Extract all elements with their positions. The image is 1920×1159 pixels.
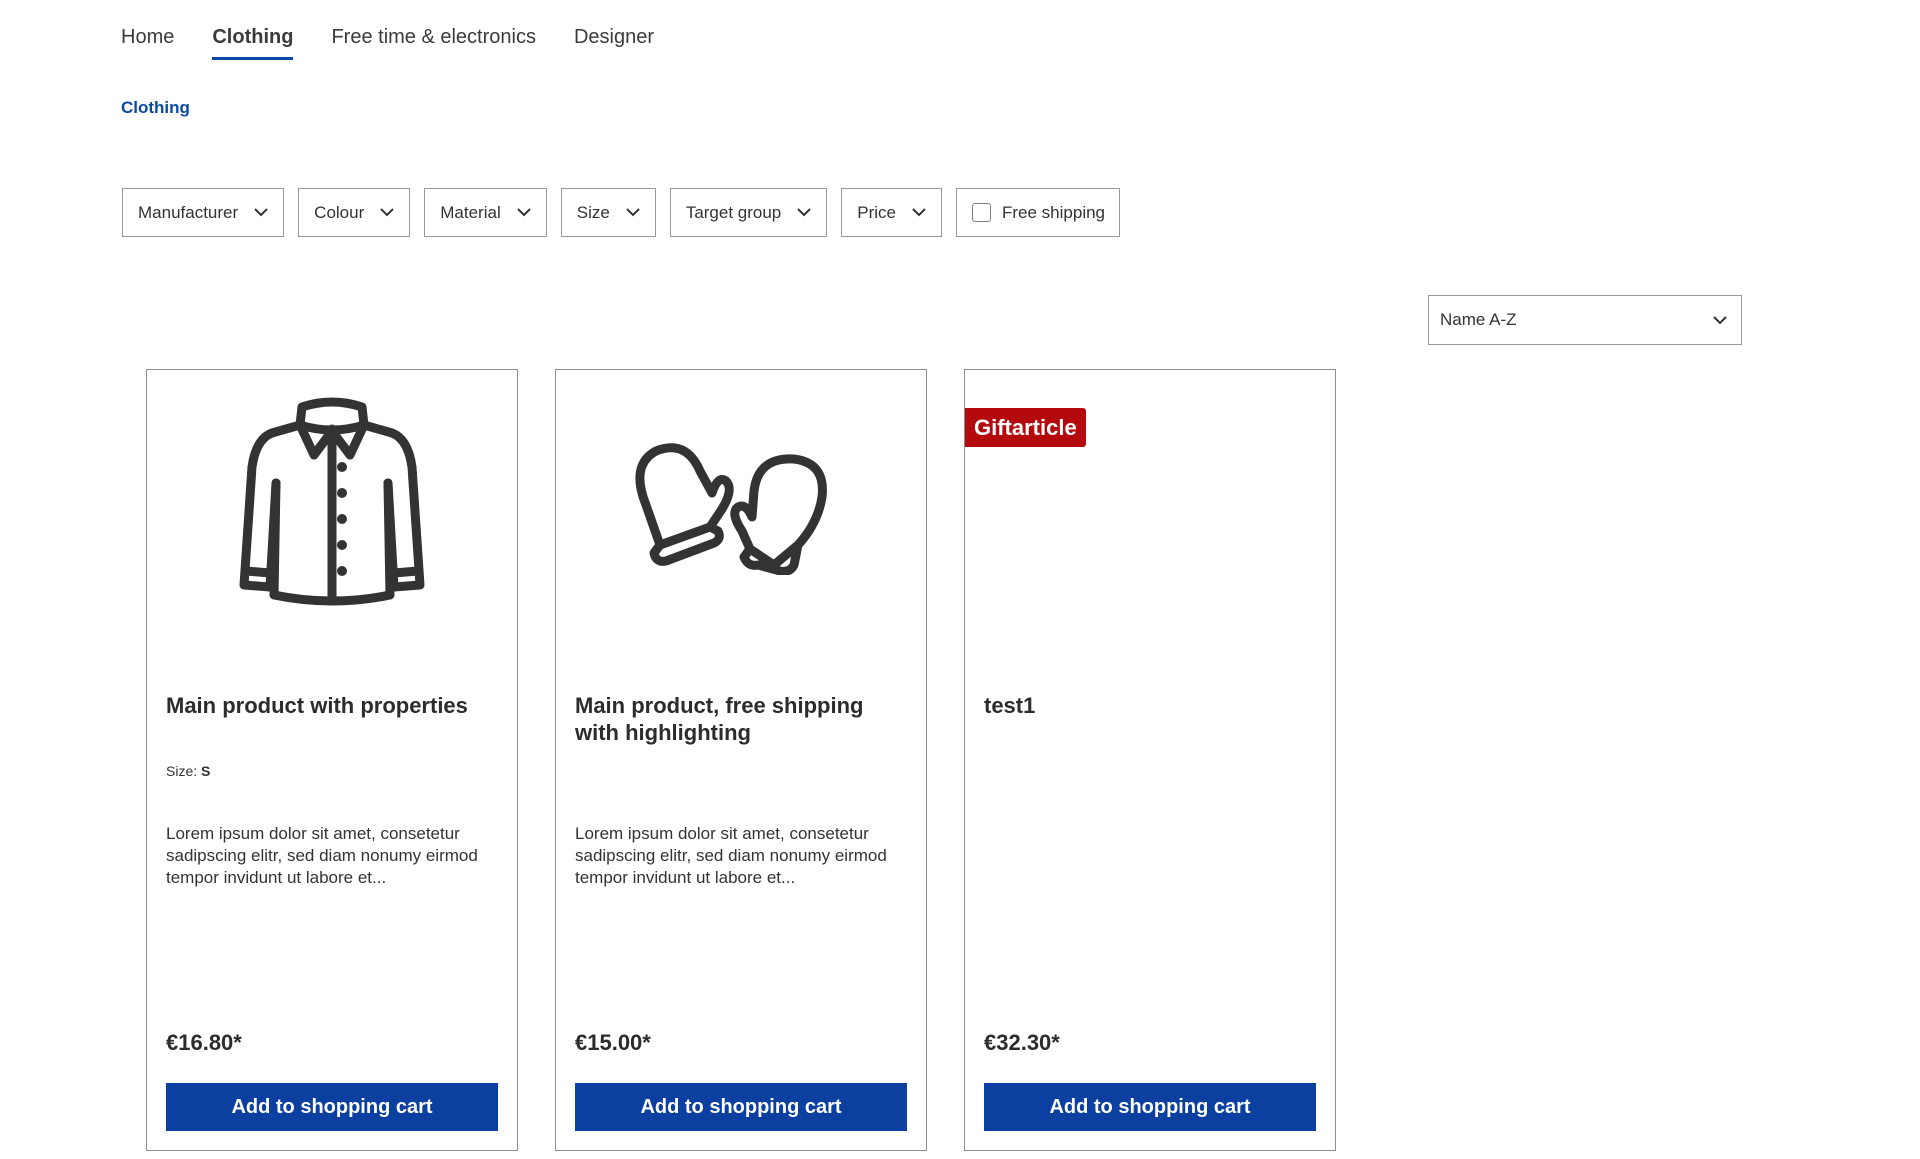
- sorting-selected-value: Name A-Z: [1440, 310, 1517, 329]
- breadcrumb[interactable]: Clothing: [121, 98, 190, 118]
- property-label: Size:: [166, 763, 198, 779]
- nav-item-designer[interactable]: Designer: [574, 26, 654, 60]
- product-image[interactable]: [556, 390, 926, 620]
- filter-label: Material: [440, 202, 501, 222]
- filter-target-group[interactable]: Target group: [669, 188, 828, 237]
- filter-label: Manufacturer: [138, 202, 239, 222]
- gift-article-badge: Giftarticle: [965, 408, 1086, 447]
- nav-item-clothing[interactable]: Clothing: [212, 26, 294, 60]
- property-value: S: [201, 763, 211, 779]
- chevron-down-icon: [517, 206, 531, 220]
- product-description: Lorem ipsum dolor sit amet, consetetur s…: [166, 824, 478, 887]
- filter-free-shipping[interactable]: Free shipping: [956, 188, 1121, 237]
- product-price: €32.30*: [984, 1030, 1060, 1055]
- chevron-down-icon: [1713, 310, 1727, 330]
- add-to-cart-button[interactable]: Add to shopping cart: [575, 1083, 907, 1131]
- add-to-cart-button[interactable]: Add to shopping cart: [166, 1083, 498, 1131]
- nav-item-free-time-electronics[interactable]: Free time & electronics: [331, 26, 536, 60]
- filter-label: Free shipping: [1002, 202, 1106, 222]
- filter-label: Target group: [685, 202, 782, 222]
- free-shipping-checkbox[interactable]: [972, 203, 991, 222]
- mittens-icon: [635, 443, 827, 575]
- product-description: Lorem ipsum dolor sit amet, consetetur s…: [575, 824, 887, 887]
- filter-label: Colour: [314, 202, 365, 222]
- filter-label: Size: [576, 202, 610, 222]
- filter-price[interactable]: Price: [841, 188, 942, 237]
- product-listing: Main product with properties Size: S Lor…: [146, 369, 1336, 1151]
- filter-colour[interactable]: Colour: [298, 188, 411, 237]
- sorting-select[interactable]: Name A-Z: [1428, 295, 1742, 345]
- jacket-icon: [239, 397, 425, 606]
- chevron-down-icon: [380, 206, 394, 220]
- product-price: €15.00*: [575, 1030, 651, 1055]
- add-to-cart-button[interactable]: Add to shopping cart: [984, 1083, 1316, 1131]
- chevron-down-icon: [797, 206, 811, 220]
- product-name[interactable]: Main product with properties: [166, 692, 496, 719]
- nav-item-home[interactable]: Home: [121, 26, 174, 60]
- product-card: Giftarticle test1 €32.30* Add to shoppin…: [964, 369, 1336, 1151]
- main-navigation: Home Clothing Free time & electronics De…: [121, 26, 692, 60]
- product-name[interactable]: Main product, free shipping with highlig…: [575, 692, 905, 746]
- filter-label: Price: [857, 202, 896, 222]
- chevron-down-icon: [912, 206, 926, 220]
- product-price: €16.80*: [166, 1030, 242, 1055]
- chevron-down-icon: [626, 206, 640, 220]
- product-card: Main product, free shipping with highlig…: [555, 369, 927, 1151]
- filter-bar: Manufacturer Colour Material Size Target…: [122, 188, 1121, 237]
- filter-size[interactable]: Size: [560, 188, 656, 237]
- chevron-down-icon: [254, 206, 268, 220]
- product-name[interactable]: test1: [984, 692, 1314, 719]
- filter-manufacturer[interactable]: Manufacturer: [122, 188, 285, 237]
- filter-material[interactable]: Material: [424, 188, 547, 237]
- product-property: Size: S: [166, 763, 210, 779]
- product-image[interactable]: [147, 390, 517, 620]
- product-card: Main product with properties Size: S Lor…: [146, 369, 518, 1151]
